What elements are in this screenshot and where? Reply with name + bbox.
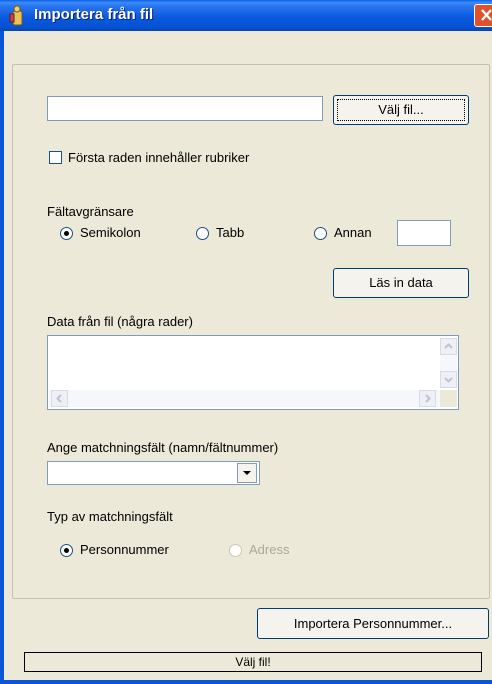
delimiter-tab-label: Tabb — [216, 225, 245, 240]
delimiter-semicolon-label: Semikolon — [80, 225, 141, 240]
window-title: Importera från fil — [34, 6, 154, 23]
preview-horizontal-scroll-track[interactable] — [49, 390, 440, 407]
match-field-select[interactable] — [47, 461, 260, 485]
file-path-input[interactable] — [47, 96, 323, 121]
status-bar: Välj fil! — [24, 652, 482, 672]
first-row-headers-label: Första raden innehåller rubriker — [68, 150, 250, 165]
title-bar[interactable]: Importera från fil — [0, 0, 492, 31]
match-type-personnummer-radio[interactable] — [60, 544, 73, 557]
chevron-up-icon — [444, 343, 453, 349]
file-preview-textarea[interactable] — [47, 335, 459, 410]
import-personnummer-button[interactable]: Importera Personnummer... — [257, 608, 489, 639]
preview-scroll-up-button[interactable] — [440, 338, 457, 355]
load-data-label: Läs in data — [369, 275, 433, 290]
status-text: Välj fil! — [235, 655, 271, 669]
match-type-personnummer-label: Personnummer — [80, 542, 169, 557]
import-dialog: Importera från fil Välj fil... Första ra… — [0, 0, 492, 684]
import-personnummer-label: Importera Personnummer... — [293, 616, 453, 631]
delimiter-group-label: Fältavgränsare — [47, 204, 134, 219]
preview-scroll-down-button[interactable] — [440, 371, 457, 388]
scroll-corner — [440, 390, 457, 407]
window-frame-bottom — [0, 680, 492, 684]
close-button[interactable] — [474, 4, 492, 27]
chevron-down-icon — [444, 377, 453, 383]
chevron-left-icon — [56, 394, 62, 403]
delimiter-other-label: Annan — [334, 225, 372, 240]
preview-vertical-scroll-track[interactable] — [440, 355, 457, 371]
chevron-right-icon — [425, 394, 431, 403]
match-field-dropdown-button[interactable] — [237, 463, 257, 483]
browse-file-button[interactable]: Välj fil... — [333, 95, 469, 125]
delimiter-semicolon-radio[interactable] — [60, 227, 73, 240]
match-field-label: Ange matchningsfält (namn/fältnummer) — [47, 440, 279, 455]
match-type-adress-radio — [229, 544, 242, 557]
preview-scroll-right-button[interactable] — [419, 390, 436, 407]
match-type-adress-label: Adress — [249, 542, 290, 557]
delimiter-tab-radio[interactable] — [196, 227, 209, 240]
delimiter-other-radio[interactable] — [314, 227, 327, 240]
app-icon — [9, 5, 23, 26]
load-data-button[interactable]: Läs in data — [333, 268, 469, 298]
preview-label: Data från fil (några rader) — [47, 314, 193, 329]
delimiter-other-input[interactable] — [397, 220, 451, 246]
dropdown-arrow-icon — [243, 471, 251, 475]
match-type-label: Typ av matchningsfält — [47, 509, 173, 524]
first-row-headers-checkbox[interactable] — [49, 151, 62, 164]
preview-scroll-left-button[interactable] — [51, 390, 68, 407]
focus-rectangle — [337, 99, 465, 121]
close-icon — [481, 9, 492, 21]
